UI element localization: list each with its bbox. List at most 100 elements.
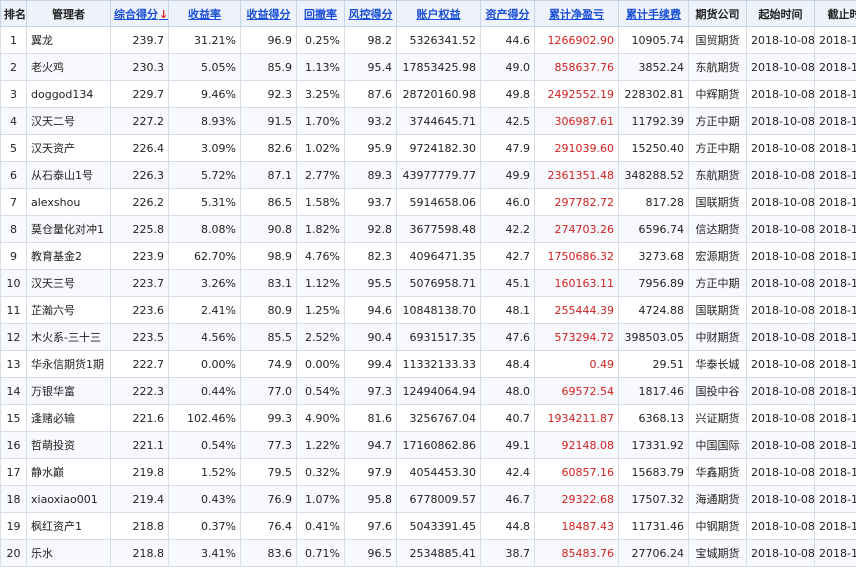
table-row: 1 翼龙 239.7 31.21% 96.9 0.25% 98.2 5326341.52 44.… xyxy=(0,26,856,54)
end-date-cell: 2018-10-26 xyxy=(814,539,856,567)
drawdown-cell: 1.82% xyxy=(296,215,345,243)
risk-score-cell: 93.2 xyxy=(344,107,397,135)
fees-cell: 15683.79 xyxy=(618,458,689,486)
end-date-cell: 2018-10-26 xyxy=(814,26,856,54)
broker-cell: 中钢期货 xyxy=(688,512,747,540)
rank-cell: 16 xyxy=(0,431,27,459)
return-score-cell: 99.3 xyxy=(240,404,297,432)
risk-score-cell: 90.4 xyxy=(344,323,397,351)
end-date-cell: 2018-10-26 xyxy=(814,323,856,351)
asset-score-cell: 42.7 xyxy=(480,242,535,270)
asset-score-cell: 42.5 xyxy=(480,107,535,135)
risk-score-cell: 92.8 xyxy=(344,215,397,243)
net-pnl-cell: 1750686.32 xyxy=(534,242,619,270)
equity-cell: 11332133.33 xyxy=(396,350,481,378)
start-date-cell: 2018-10-08 xyxy=(746,80,815,108)
manager-name-cell: 芷瀚六号 xyxy=(26,296,111,324)
start-date-cell: 2018-10-08 xyxy=(746,431,815,459)
sort-header-return-score[interactable]: 收益得分 xyxy=(240,0,297,27)
sort-header-equity[interactable]: 账户权益 xyxy=(396,0,481,27)
sort-header-risk-score[interactable]: 风控得分 xyxy=(344,0,397,27)
return-score-cell: 76.4 xyxy=(240,512,297,540)
return-rate-cell: 0.43% xyxy=(168,485,241,513)
return-rate-cell: 1.52% xyxy=(168,458,241,486)
return-score-cell: 80.9 xyxy=(240,296,297,324)
start-date-cell: 2018-10-08 xyxy=(746,377,815,405)
asset-score-cell: 44.8 xyxy=(480,512,535,540)
sort-header-composite[interactable]: 综合得分↓ xyxy=(110,0,169,27)
return-rate-cell: 2.41% xyxy=(168,296,241,324)
composite-score-cell: 223.7 xyxy=(110,269,169,297)
return-rate-cell: 102.46% xyxy=(168,404,241,432)
net-pnl-cell: 92148.08 xyxy=(534,431,619,459)
fees-cell: 6596.74 xyxy=(618,215,689,243)
fees-cell: 10905.74 xyxy=(618,26,689,54)
sort-header-asset-score[interactable]: 资产得分 xyxy=(480,0,535,27)
fees-cell: 348288.52 xyxy=(618,161,689,189)
composite-score-cell: 239.7 xyxy=(110,26,169,54)
net-pnl-cell: 2361351.48 xyxy=(534,161,619,189)
net-pnl-cell: 291039.60 xyxy=(534,134,619,162)
table-row: 6 从石泰山1号 226.3 5.72% 87.1 2.77% 89.3 43977779.7… xyxy=(0,161,856,189)
ranking-table: 排名 管理者 综合得分↓ 收益率 收益得分 回撤率 风控得分 账户权益 资产得分… xyxy=(0,0,856,567)
start-date-cell: 2018-10-08 xyxy=(746,350,815,378)
return-score-cell: 76.9 xyxy=(240,485,297,513)
drawdown-cell: 1.02% xyxy=(296,134,345,162)
equity-cell: 2534885.41 xyxy=(396,539,481,567)
broker-cell: 宝城期货 xyxy=(688,539,747,567)
sort-down-arrow-icon: ↓ xyxy=(159,7,169,21)
end-date-cell: 2018-10-26 xyxy=(814,269,856,297)
asset-score-cell: 45.1 xyxy=(480,269,535,297)
net-pnl-cell: 573294.72 xyxy=(534,323,619,351)
net-pnl-cell: 274703.26 xyxy=(534,215,619,243)
table-row: 9 教育基金2 223.9 62.70% 98.9 4.76% 82.3 4096471.35… xyxy=(0,242,856,270)
asset-score-cell: 49.8 xyxy=(480,80,535,108)
composite-score-cell: 226.3 xyxy=(110,161,169,189)
end-date-cell: 2018-10-26 xyxy=(814,242,856,270)
asset-score-cell: 49.1 xyxy=(480,431,535,459)
broker-cell: 中辉期货 xyxy=(688,80,747,108)
end-date-cell: 2018-10-26 xyxy=(814,350,856,378)
net-pnl-cell: 69572.54 xyxy=(534,377,619,405)
drawdown-cell: 2.52% xyxy=(296,323,345,351)
return-score-cell: 82.6 xyxy=(240,134,297,162)
table-row: 10 汉天三号 223.7 3.26% 83.1 1.12% 95.5 5076958.71 4… xyxy=(0,269,856,297)
table-body: 1 翼龙 239.7 31.21% 96.9 0.25% 98.2 5326341.52 44.… xyxy=(0,26,856,567)
table-row: 16 哲萌投资 221.1 0.54% 77.3 1.22% 94.7 17160862.86… xyxy=(0,431,856,459)
manager-name-cell: 教育基金2 xyxy=(26,242,111,270)
composite-score-cell: 221.1 xyxy=(110,431,169,459)
drawdown-cell: 1.70% xyxy=(296,107,345,135)
sort-header-fees[interactable]: 累计手续费 xyxy=(618,0,689,27)
start-date-cell: 2018-10-08 xyxy=(746,296,815,324)
end-date-cell: 2018-10-26 xyxy=(814,404,856,432)
drawdown-cell: 0.25% xyxy=(296,26,345,54)
rank-cell: 17 xyxy=(0,458,27,486)
risk-score-cell: 95.9 xyxy=(344,134,397,162)
start-date-cell: 2018-10-08 xyxy=(746,53,815,81)
return-score-cell: 96.9 xyxy=(240,26,297,54)
equity-cell: 6931517.35 xyxy=(396,323,481,351)
return-rate-cell: 3.09% xyxy=(168,134,241,162)
sort-header-drawdown[interactable]: 回撤率 xyxy=(296,0,345,27)
sort-header-return-rate[interactable]: 收益率 xyxy=(168,0,241,27)
fees-cell: 17507.32 xyxy=(618,485,689,513)
net-pnl-cell: 60857.16 xyxy=(534,458,619,486)
net-pnl-cell: 0.49 xyxy=(534,350,619,378)
return-score-cell: 87.1 xyxy=(240,161,297,189)
broker-cell: 东航期货 xyxy=(688,53,747,81)
equity-cell: 3677598.48 xyxy=(396,215,481,243)
asset-score-cell: 46.0 xyxy=(480,188,535,216)
composite-score-cell: 229.7 xyxy=(110,80,169,108)
drawdown-cell: 0.32% xyxy=(296,458,345,486)
manager-name-cell: 万银华富 xyxy=(26,377,111,405)
risk-score-cell: 93.7 xyxy=(344,188,397,216)
sort-header-net-pnl[interactable]: 累计净盈亏 xyxy=(534,0,619,27)
risk-score-cell: 96.5 xyxy=(344,539,397,567)
net-pnl-cell: 160163.11 xyxy=(534,269,619,297)
table-row: 8 莫仓量化对冲1 225.8 8.08% 90.8 1.82% 92.8 3677598.4… xyxy=(0,215,856,243)
table-row: 17 静水巅 219.8 1.52% 79.5 0.32% 97.9 4054453.30 42… xyxy=(0,458,856,486)
return-rate-cell: 9.46% xyxy=(168,80,241,108)
equity-cell: 4096471.35 xyxy=(396,242,481,270)
net-pnl-cell: 306987.61 xyxy=(534,107,619,135)
broker-cell: 中国国际 xyxy=(688,431,747,459)
